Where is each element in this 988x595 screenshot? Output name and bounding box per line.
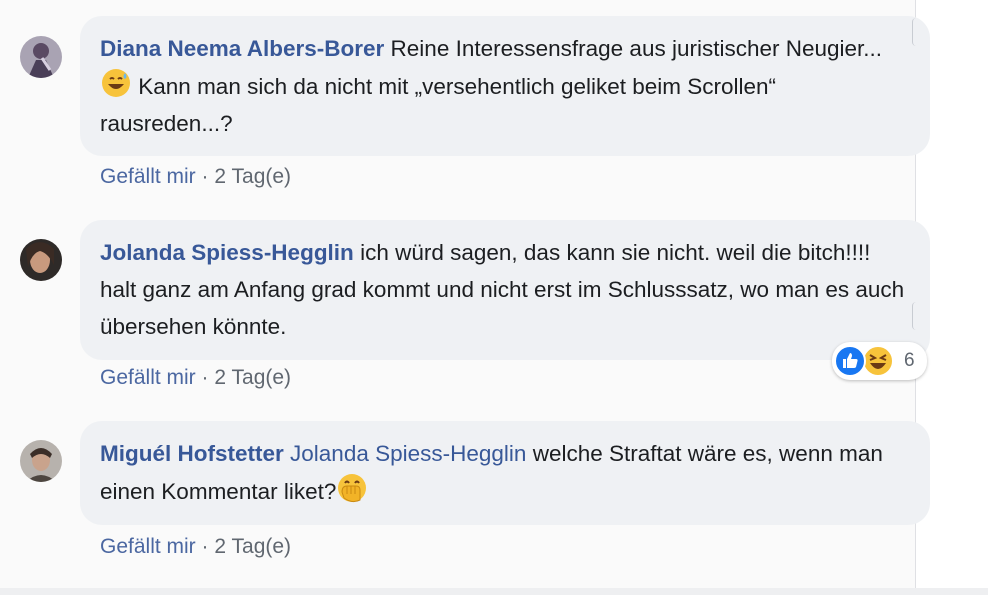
comment-bubble: Diana Neema Albers-Borer Reine Interesse…	[80, 16, 930, 156]
comment-text: Reine Interessensfrage aus juristischer …	[390, 36, 883, 61]
separator: ·	[201, 165, 209, 188]
comment-bubble: Miguél Hofstetter Jolanda Spiess-Hegglin…	[80, 421, 930, 525]
bottom-divider	[0, 588, 988, 595]
comment-bubble: Jolanda Spiess-Hegglin ich würd sagen, d…	[80, 220, 930, 360]
avatar[interactable]	[20, 239, 62, 281]
separator: ·	[201, 535, 209, 558]
reaction-count: 6	[904, 350, 915, 371]
comment-actions: Gefällt mir · 2 Tag(e)	[100, 535, 291, 559]
comment-actions: Gefällt mir · 2 Tag(e)	[100, 366, 291, 390]
separator: ·	[201, 366, 209, 389]
like-link[interactable]: Gefällt mir	[100, 535, 196, 558]
avatar[interactable]	[20, 440, 62, 482]
timestamp[interactable]: 2 Tag(e)	[214, 366, 291, 389]
sweat-smile-emoji	[102, 69, 130, 97]
hand-over-mouth-emoji	[338, 474, 367, 503]
like-link[interactable]: Gefällt mir	[100, 165, 196, 188]
comment-author[interactable]: Jolanda Spiess-Hegglin	[100, 240, 354, 265]
timestamp[interactable]: 2 Tag(e)	[214, 535, 291, 558]
timestamp[interactable]: 2 Tag(e)	[214, 165, 291, 188]
comment-thread: Diana Neema Albers-Borer Reine Interesse…	[0, 0, 930, 588]
mention-link[interactable]: Jolanda Spiess-Hegglin	[290, 441, 526, 466]
scroll-edge	[912, 302, 916, 330]
like-link[interactable]: Gefällt mir	[100, 366, 196, 389]
comment-author[interactable]: Miguél Hofstetter	[100, 441, 284, 466]
comment-actions: Gefällt mir · 2 Tag(e)	[100, 165, 291, 189]
like-reaction-icon	[834, 345, 866, 377]
comment-text: Kann man sich da nicht mit „versehentlic…	[100, 74, 777, 136]
comment-author[interactable]: Diana Neema Albers-Borer	[100, 36, 384, 61]
reactions-summary[interactable]: 6	[832, 342, 927, 380]
haha-reaction-icon	[862, 345, 894, 377]
scroll-edge	[912, 18, 916, 46]
avatar[interactable]	[20, 36, 62, 78]
